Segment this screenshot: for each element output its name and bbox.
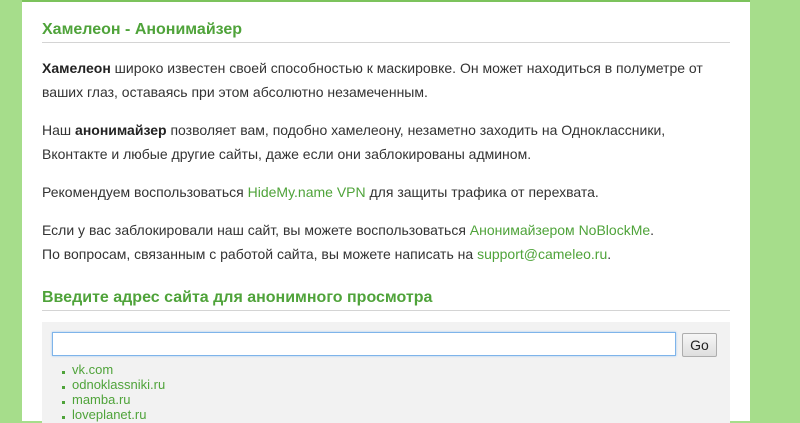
support-before: По вопросам, связанным с работой сайта, … bbox=[42, 246, 478, 262]
vpn-recommendation: Рекомендуем воспользоваться HideMy.name … bbox=[42, 180, 732, 204]
hidemy-vpn-link[interactable]: HideMy.name VPN bbox=[248, 184, 366, 200]
intro-paragraph-1-text: широко известен своей способностью к мас… bbox=[42, 60, 703, 100]
bullet-icon bbox=[62, 401, 65, 404]
intro-paragraph-2: Наш анонимайзер позволяет вам, подобно х… bbox=[42, 118, 732, 166]
noblockme-before: Если у вас заблокировали наш сайт, вы мо… bbox=[42, 222, 470, 238]
main-content: Хамелеон - Анонимайзер Хамелеон широко и… bbox=[22, 0, 750, 423]
anonymizer-bold: анонимайзер bbox=[75, 122, 167, 138]
site-link-mamba[interactable]: mamba.ru bbox=[72, 392, 131, 407]
list-item: loveplanet.ru bbox=[62, 407, 165, 422]
url-input[interactable] bbox=[52, 332, 676, 356]
form-title: Введите адрес сайта для анонимного просм… bbox=[42, 289, 730, 311]
go-button[interactable]: Go bbox=[682, 333, 717, 357]
list-item: odnoklassniki.ru bbox=[62, 377, 165, 392]
site-link-vk[interactable]: vk.com bbox=[72, 362, 113, 377]
noblockme-link[interactable]: Анонимайзером NoBlockMe bbox=[470, 222, 650, 238]
url-form: Go vk.com odnoklassniki.ru mamba.ru love… bbox=[42, 322, 730, 423]
page-title: Хамелеон - Анонимайзер bbox=[42, 21, 730, 43]
bullet-icon bbox=[62, 371, 65, 374]
site-link-odnoklassniki[interactable]: odnoklassniki.ru bbox=[72, 377, 165, 392]
intro-paragraph-1: Хамелеон широко известен своей способнос… bbox=[42, 56, 732, 104]
vpn-before: Рекомендуем воспользоваться bbox=[42, 184, 248, 200]
vpn-after: для защиты трафика от перехвата. bbox=[365, 184, 599, 200]
intro-paragraph-2-before: Наш bbox=[42, 122, 76, 138]
support-email-link[interactable]: support@cameleo.ru bbox=[477, 246, 607, 262]
noblockme-after: . bbox=[650, 222, 655, 238]
list-item: vk.com bbox=[62, 362, 165, 377]
bullet-icon bbox=[62, 416, 65, 419]
blocked-site-info: Если у вас заблокировали наш сайт, вы мо… bbox=[42, 218, 732, 266]
bullet-icon bbox=[62, 386, 65, 389]
list-item: mamba.ru bbox=[62, 392, 165, 407]
site-link-loveplanet[interactable]: loveplanet.ru bbox=[72, 407, 146, 422]
support-after: . bbox=[607, 246, 612, 262]
chameleon-bold: Хамелеон bbox=[42, 60, 111, 76]
quick-sites-list: vk.com odnoklassniki.ru mamba.ru lovepla… bbox=[62, 362, 165, 422]
